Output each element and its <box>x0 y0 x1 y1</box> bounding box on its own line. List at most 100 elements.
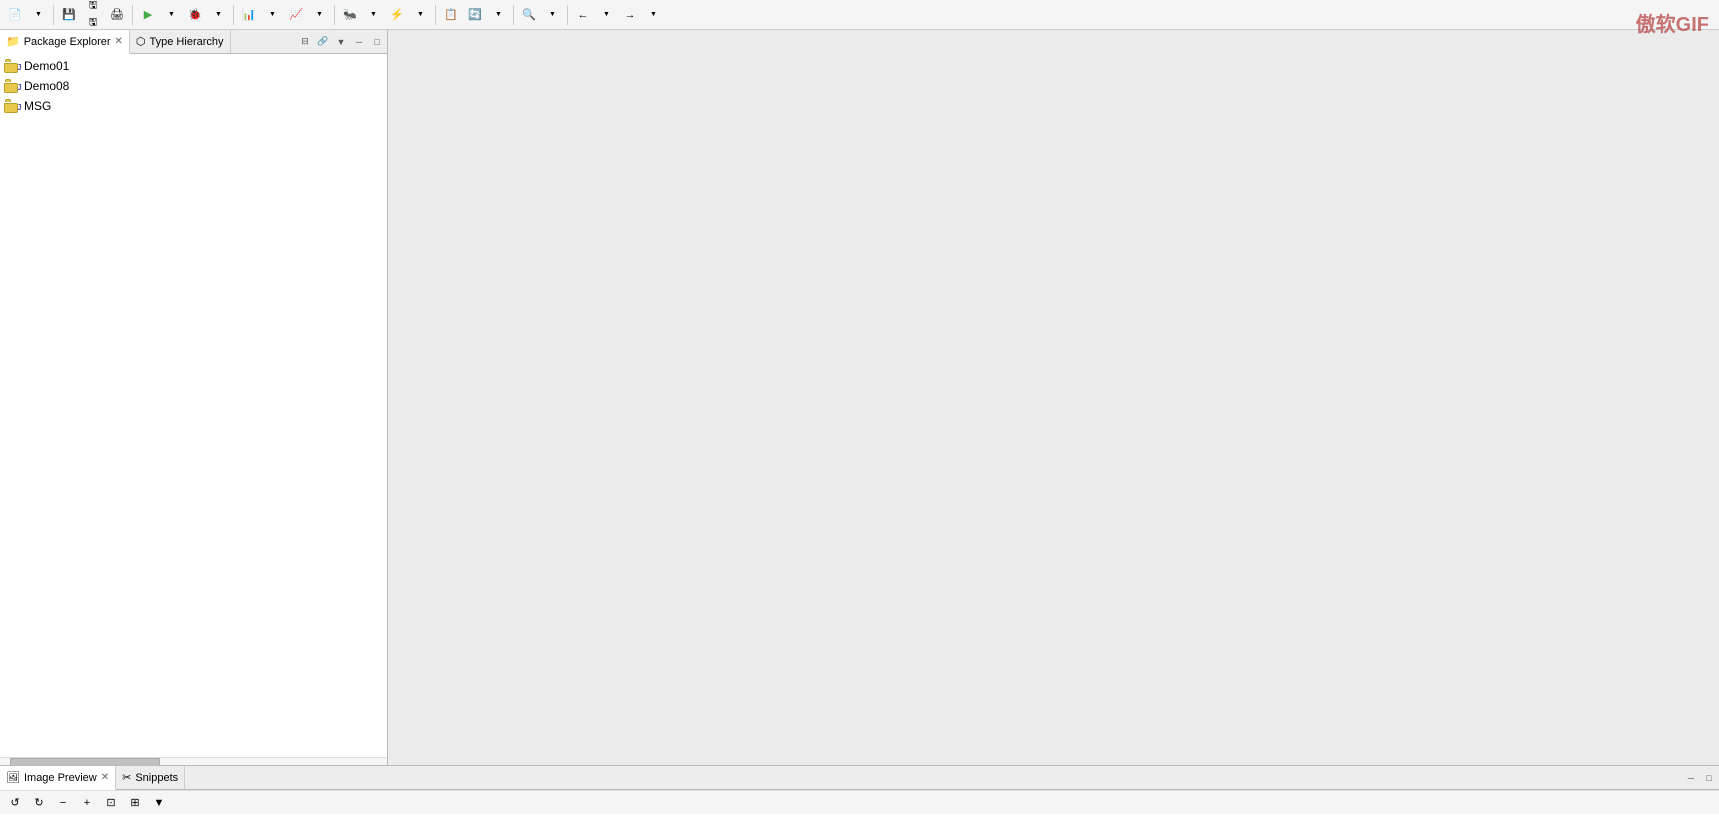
main-layout: 📁 Package Explorer ✕ ⬡ Type Hierarchy ⊟ … <box>0 30 1719 820</box>
bottom-tab-bar: 🖼 Image Preview ✕ ✂ Snippets ─ □ <box>0 766 1719 790</box>
demo08-icon: J <box>4 78 20 94</box>
snippets-icon: ✂ <box>122 771 131 784</box>
run-button[interactable]: ▶ <box>137 4 159 26</box>
run-dropdown[interactable]: ▼ <box>160 4 182 26</box>
tab-image-preview-close[interactable]: ✕ <box>101 773 109 783</box>
task-button-group: ⚡ ▼ <box>386 4 431 26</box>
repo-button-group: 🔄 ▼ <box>464 4 509 26</box>
sep2 <box>132 5 133 25</box>
search-button[interactable]: 🔍 <box>518 4 540 26</box>
more-options-icon: ▼ <box>152 796 166 810</box>
forward-dropdown[interactable]: ▼ <box>642 4 664 26</box>
image-preview-icon: 🖼 <box>6 771 20 784</box>
profile-button-group: 📊 ▼ <box>238 4 283 26</box>
new-dropdown-arrow[interactable]: ▼ <box>27 4 49 26</box>
repo-button[interactable]: 🔄 <box>464 4 486 26</box>
tab-snippets[interactable]: ✂ Snippets <box>116 766 185 789</box>
tree-item-demo08[interactable]: J Demo08 <box>0 76 387 96</box>
bottom-tab-controls: ─ □ <box>1683 766 1719 789</box>
view-menu-button[interactable]: ▼ <box>333 34 349 50</box>
coverage-dropdown[interactable]: ▼ <box>308 4 330 26</box>
msg-icon: J <box>4 98 20 114</box>
task-button[interactable]: ⚡ <box>386 4 408 26</box>
zoom-out-icon: − <box>56 796 70 810</box>
back-button-group: ← ▼ <box>572 4 617 26</box>
main-toolbar: 📄 ▼ 💾 🖫🖫 🖨 ▶ ▼ 🐞 ▼ 📊 ▼ <box>0 0 1719 30</box>
search-dropdown[interactable]: ▼ <box>541 4 563 26</box>
task-dropdown[interactable]: ▼ <box>409 4 431 26</box>
sep3 <box>233 5 234 25</box>
zoom-in-button[interactable]: + <box>76 792 98 814</box>
sep7 <box>567 5 568 25</box>
save-button[interactable]: 💾 <box>58 4 80 26</box>
back-dropdown[interactable]: ▼ <box>595 4 617 26</box>
rotate-left-button[interactable]: ↺ <box>4 792 26 814</box>
save-all-button[interactable]: 🖫🖫 <box>82 4 104 26</box>
tab-package-explorer-label: Package Explorer <box>24 36 111 48</box>
tab-snippets-label: Snippets <box>135 772 178 784</box>
sep1 <box>53 5 54 25</box>
tab-image-preview-label: Image Preview <box>24 772 97 784</box>
sep5 <box>435 5 436 25</box>
tree-item-demo01[interactable]: J Demo01 <box>0 56 387 76</box>
ant-button[interactable]: 🐜 <box>339 4 361 26</box>
rotate-right-icon: ↻ <box>32 796 46 810</box>
tree-horizontal-scrollbar[interactable] <box>0 757 387 765</box>
coverage-button[interactable]: 📈 <box>285 4 307 26</box>
tab-package-explorer-close[interactable]: ✕ <box>115 37 123 47</box>
profile-button[interactable]: 📊 <box>238 4 260 26</box>
debug-button[interactable]: 🐞 <box>184 4 206 26</box>
zoom-out-button[interactable]: − <box>52 792 74 814</box>
new-button[interactable]: 📄 <box>4 4 26 26</box>
editor-area <box>388 30 1719 765</box>
fit-page-button[interactable]: ⊡ <box>100 792 122 814</box>
tab-type-hierarchy[interactable]: ⬡ Type Hierarchy <box>130 30 231 53</box>
rotate-left-icon: ↺ <box>8 796 22 810</box>
back-button[interactable]: ← <box>572 4 594 26</box>
new-button-group: 📄 ▼ <box>4 4 49 26</box>
package-explorer-icon: 📁 <box>6 35 20 48</box>
package-explorer-tree[interactable]: J Demo01 J Demo08 <box>0 54 387 757</box>
print-button[interactable]: 🖨 <box>106 4 128 26</box>
type-hierarchy-icon: ⬡ <box>136 35 146 48</box>
debug-button-group: 🐞 ▼ <box>184 4 229 26</box>
tree-item-msg[interactable]: J MSG <box>0 96 387 116</box>
actual-size-button[interactable]: ⊞ <box>124 792 146 814</box>
bottom-section: 🖼 Image Preview ✕ ✂ Snippets ─ □ ↺ ↻ − <box>0 765 1719 820</box>
actual-size-icon: ⊞ <box>128 796 142 810</box>
bottom-minimize-button[interactable]: ─ <box>1683 770 1699 786</box>
more-options-button[interactable]: ▼ <box>148 792 170 814</box>
ant-button-group: 🐜 ▼ <box>339 4 384 26</box>
left-tab-bar: 📁 Package Explorer ✕ ⬡ Type Hierarchy ⊟ … <box>0 30 387 54</box>
debug-dropdown[interactable]: ▼ <box>207 4 229 26</box>
tree-hscroll-track[interactable] <box>0 758 387 766</box>
tree-item-msg-label: MSG <box>24 99 51 113</box>
sep4 <box>334 5 335 25</box>
repo-dropdown[interactable]: ▼ <box>487 4 509 26</box>
tab-image-preview[interactable]: 🖼 Image Preview ✕ <box>0 766 116 790</box>
collapse-all-button[interactable]: ⊟ <box>297 34 313 50</box>
forward-button[interactable]: → <box>619 4 641 26</box>
run-button-group: ▶ ▼ <box>137 4 182 26</box>
tab-package-explorer[interactable]: 📁 Package Explorer ✕ <box>0 30 130 54</box>
rotate-right-button[interactable]: ↻ <box>28 792 50 814</box>
tree-item-demo08-label: Demo08 <box>24 79 69 93</box>
open-task-button[interactable]: 📋 <box>440 4 462 26</box>
demo01-icon: J <box>4 58 20 74</box>
fit-page-icon: ⊡ <box>104 796 118 810</box>
tab-type-hierarchy-label: Type Hierarchy <box>150 36 224 48</box>
ant-dropdown[interactable]: ▼ <box>362 4 384 26</box>
sep6 <box>513 5 514 25</box>
profile-dropdown[interactable]: ▼ <box>261 4 283 26</box>
bottom-maximize-button[interactable]: □ <box>1701 770 1717 786</box>
bottom-toolbar: ↺ ↻ − + ⊡ ⊞ ▼ <box>0 790 1719 814</box>
watermark: 傲软GIF <box>1636 8 1709 37</box>
link-editor-button[interactable]: 🔗 <box>315 34 331 50</box>
minimize-button[interactable]: ─ <box>351 34 367 50</box>
tree-hscroll-thumb[interactable] <box>10 758 160 766</box>
left-panel: 📁 Package Explorer ✕ ⬡ Type Hierarchy ⊟ … <box>0 30 388 765</box>
tree-item-demo01-label: Demo01 <box>24 59 69 73</box>
maximize-button[interactable]: □ <box>369 34 385 50</box>
search-button-group: 🔍 ▼ <box>518 4 563 26</box>
forward-button-group: → ▼ <box>619 4 664 26</box>
